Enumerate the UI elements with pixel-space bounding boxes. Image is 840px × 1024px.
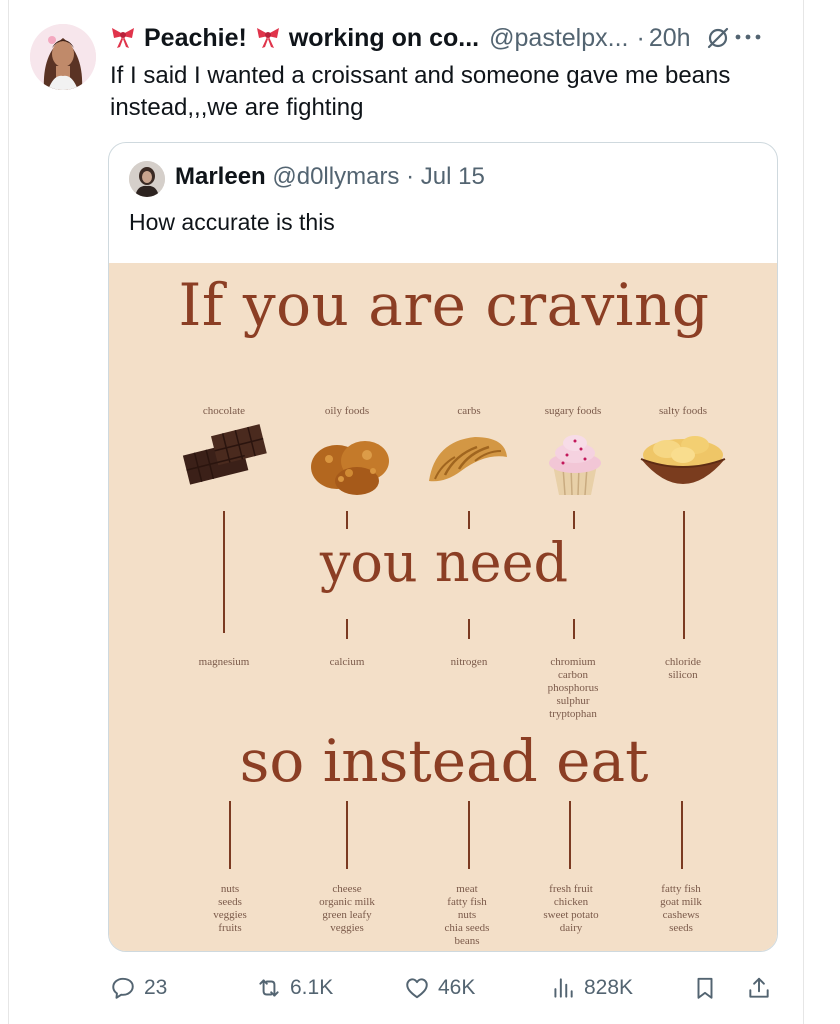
connector-line — [468, 511, 470, 529]
quoted-tweet[interactable]: Marleen @d0llymars · Jul 15 How accurate… — [108, 142, 778, 952]
eat-label: meat fatty fish nuts chia seeds beans — [444, 883, 490, 947]
ribbon-icon — [255, 26, 281, 50]
infographic-middle-heading: you need — [319, 531, 569, 594]
craving-label: oily foods — [324, 405, 370, 417]
croissant-icon — [425, 431, 511, 491]
tweet-text: If I said I wanted a croissant and someo… — [110, 62, 731, 121]
connector-line — [569, 801, 571, 869]
reply-count: 23 — [144, 976, 168, 999]
ribbon-icon — [110, 26, 136, 50]
connector-line — [468, 619, 470, 639]
quoted-date[interactable]: Jul 15 — [421, 163, 485, 190]
eat-label: fresh fruit chicken sweet potato dairy — [543, 883, 599, 934]
author-status[interactable]: working on co... — [289, 24, 479, 53]
like-count: 46K — [438, 976, 476, 999]
reply-button[interactable]: 23 — [110, 968, 167, 1008]
connector-line — [346, 801, 348, 869]
connector-line — [346, 619, 348, 639]
need-label: magnesium — [198, 656, 250, 668]
fried-chicken-icon — [307, 427, 397, 499]
infographic-bottom-heading: so instead eat — [239, 727, 649, 795]
craving-label: chocolate — [202, 405, 246, 417]
connector-line — [681, 801, 683, 869]
tweet-header: Peachie! working on co... @pastelpx... ·… — [110, 20, 731, 56]
quoted-header: Marleen @d0llymars · Jul 15 — [175, 163, 485, 191]
craving-label: sugary foods — [544, 405, 602, 417]
timeline-border-right — [803, 0, 804, 1024]
author-avatar[interactable] — [30, 24, 96, 90]
more-options-icon[interactable] — [722, 26, 774, 48]
need-label: chloride silicon — [664, 656, 702, 681]
bookmark-button[interactable] — [692, 968, 726, 1008]
separator-dot: · — [636, 23, 645, 52]
chips-bowl-icon — [637, 425, 729, 497]
need-label: calcium — [329, 656, 365, 668]
quoted-author-avatar[interactable] — [129, 161, 165, 197]
craving-label: carbs — [457, 405, 481, 417]
eat-label: nuts seeds veggies fruits — [213, 883, 247, 934]
quoted-author-name[interactable]: Marleen — [175, 163, 266, 190]
need-label: nitrogen — [450, 656, 488, 668]
views-button[interactable]: 828K — [550, 968, 633, 1008]
repost-count: 6.1K — [290, 976, 334, 999]
tweet-time[interactable]: 20h — [649, 24, 691, 53]
repost-button[interactable]: 6.1K — [256, 968, 333, 1008]
craving-label: salty foods — [659, 405, 707, 417]
like-button[interactable]: 46K — [404, 968, 475, 1008]
separator-dot: · — [406, 163, 415, 190]
timeline-border-left — [8, 0, 9, 1024]
author-handle[interactable]: @pastelpx... — [489, 24, 628, 53]
infographic-image[interactable]: If you are craving chocolate oily foods … — [109, 263, 777, 951]
repost-icon — [259, 979, 279, 997]
quoted-author-handle[interactable]: @d0llymars — [272, 163, 399, 190]
share-icon — [749, 977, 769, 998]
connector-line — [346, 511, 348, 529]
views-chart-icon — [554, 978, 573, 998]
eat-label: fatty fish goat milk cashews seeds — [660, 883, 702, 934]
eat-label: cheese organic milk green leafy veggies — [319, 883, 375, 934]
view-count: 828K — [584, 976, 634, 999]
share-button[interactable] — [746, 968, 780, 1008]
connector-line — [468, 801, 470, 869]
cupcake-icon — [545, 425, 605, 497]
connector-line — [229, 801, 231, 869]
chocolate-icon — [181, 423, 273, 495]
tweet-actions: 23 6.1K 46K 828K — [110, 968, 790, 1008]
need-label: chromium carbon phosphorus sulphur trypt… — [547, 656, 599, 720]
bookmark-icon — [697, 977, 713, 999]
heart-icon — [406, 978, 428, 999]
infographic-title: If you are craving — [178, 271, 710, 339]
author-name[interactable]: Peachie! — [144, 24, 247, 53]
connector-line — [573, 619, 575, 639]
quoted-text: How accurate is this — [129, 209, 335, 235]
connector-line — [573, 511, 575, 529]
reply-icon — [112, 977, 134, 999]
